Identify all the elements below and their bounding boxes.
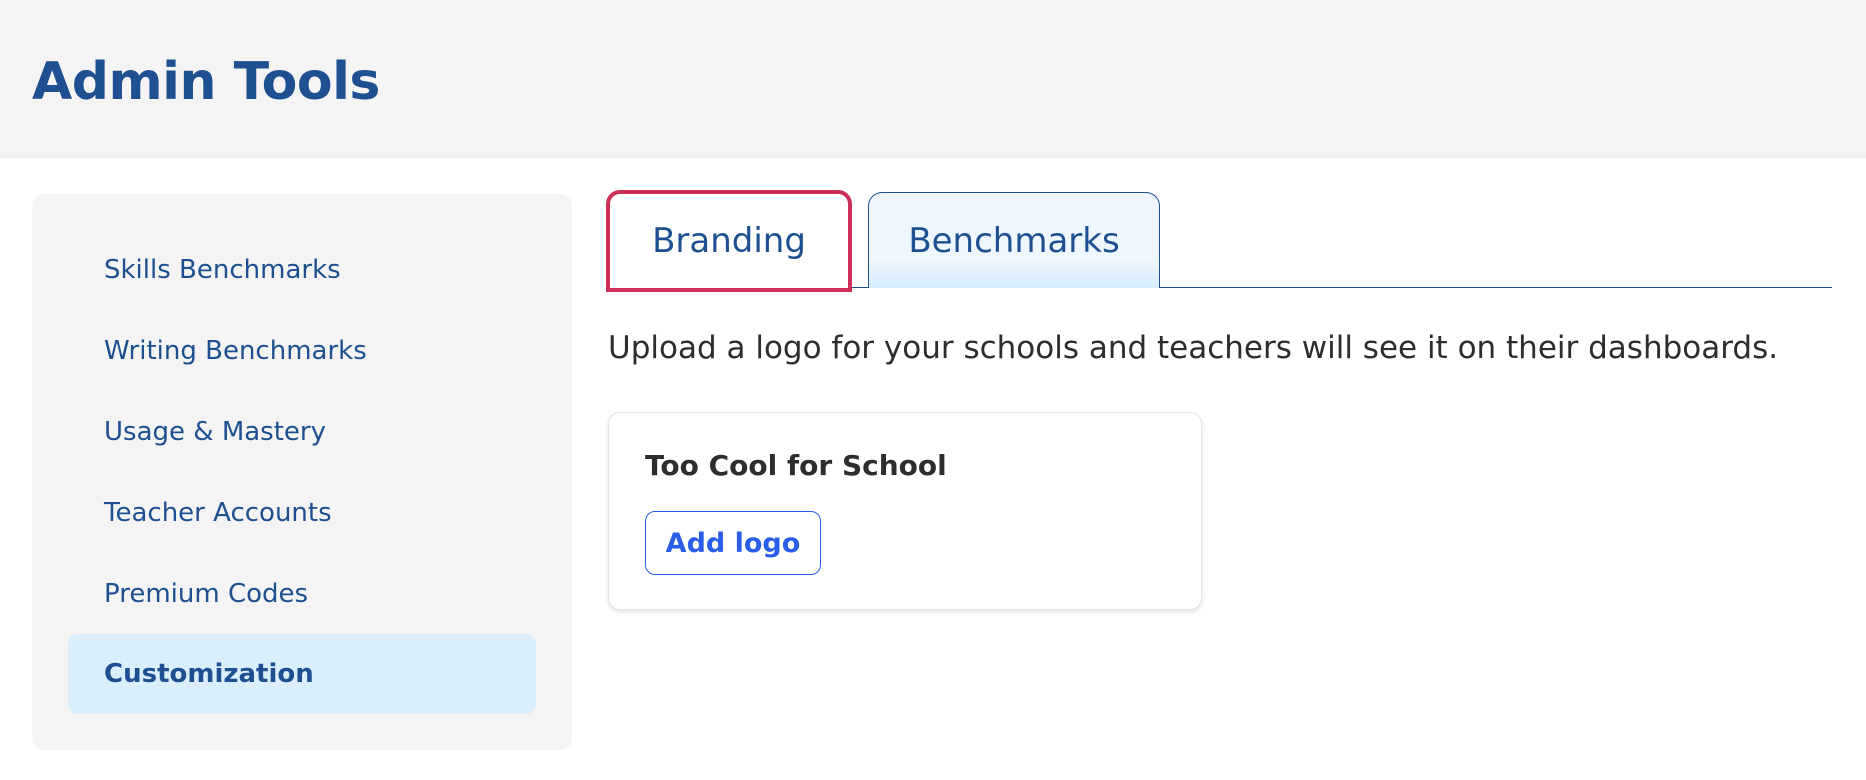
tab-label: Benchmarks — [908, 220, 1120, 261]
sidebar-item-label: Customization — [104, 659, 314, 689]
sidebar-item-label: Skills Benchmarks — [104, 255, 341, 285]
sidebar-item-teacher-accounts[interactable]: Teacher Accounts — [68, 473, 536, 553]
sidebar-item-skills-benchmarks[interactable]: Skills Benchmarks — [68, 230, 536, 310]
branding-description: Upload a logo for your schools and teach… — [608, 330, 1779, 366]
app-header: Admin Tools — [0, 0, 1866, 158]
tab-branding[interactable]: Branding — [606, 190, 852, 292]
sidebar-item-premium-codes[interactable]: Premium Codes — [68, 554, 536, 634]
tab-label: Branding — [652, 221, 806, 261]
sidebar-item-label: Premium Codes — [104, 579, 309, 609]
tab-bar: Branding Benchmarks — [606, 190, 1832, 292]
sidebar-item-label: Teacher Accounts — [104, 498, 332, 528]
school-branding-card: Too Cool for School Add logo — [608, 412, 1202, 610]
sidebar-item-usage-mastery[interactable]: Usage & Mastery — [68, 392, 536, 472]
sidebar-item-label: Writing Benchmarks — [104, 336, 367, 366]
tab-benchmarks[interactable]: Benchmarks — [868, 192, 1160, 288]
sidebar: Skills Benchmarks Writing Benchmarks Usa… — [32, 194, 572, 750]
sidebar-item-customization[interactable]: Customization — [68, 634, 536, 714]
add-logo-button[interactable]: Add logo — [645, 511, 821, 575]
school-name: Too Cool for School — [645, 449, 947, 482]
sidebar-item-writing-benchmarks[interactable]: Writing Benchmarks — [68, 311, 536, 391]
page-title: Admin Tools — [32, 52, 380, 112]
sidebar-item-label: Usage & Mastery — [104, 417, 326, 447]
